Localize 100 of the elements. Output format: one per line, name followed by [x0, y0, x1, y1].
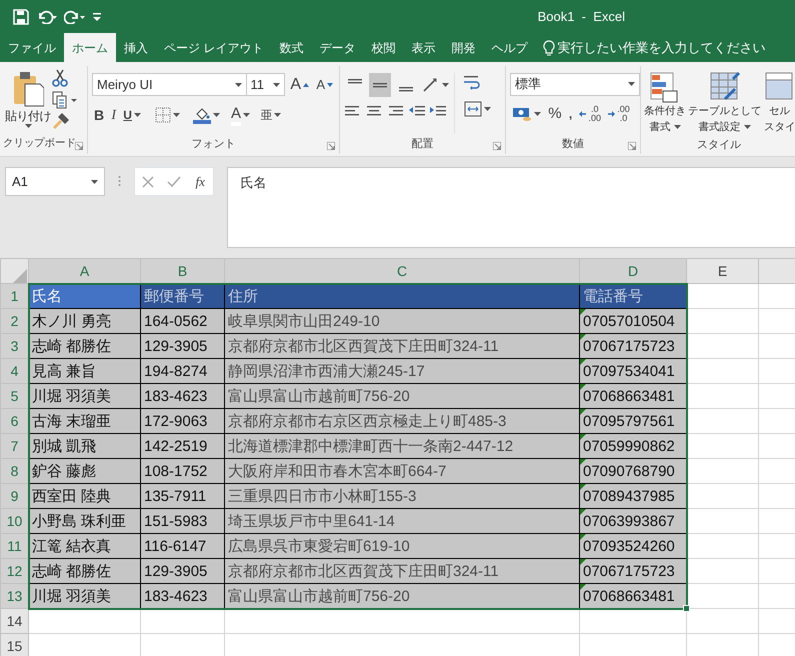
ribbon-tab[interactable]: 校閲: [363, 33, 404, 62]
column-header[interactable]: D: [580, 258, 686, 284]
table-cell[interactable]: 木ノ川 勇亮: [28, 308, 140, 334]
row-header[interactable]: 1: [0, 284, 28, 308]
table-cell[interactable]: 三重県四日市市小林町155-3: [224, 484, 580, 508]
table-cell[interactable]: 北海道標津郡中標津町西十一条南2-447-12: [224, 434, 580, 458]
table-cell[interactable]: 183-4623: [140, 584, 224, 608]
table-cell[interactable]: 07095797561: [580, 408, 686, 434]
row-header[interactable]: 3: [0, 334, 28, 358]
column-header[interactable]: E: [686, 258, 758, 284]
table-cell[interactable]: 西室田 陸典: [28, 484, 140, 508]
table-cell[interactable]: 151-5983: [140, 508, 224, 534]
font-name-field[interactable]: Meiryo UI: [92, 73, 248, 96]
table-cell[interactable]: 鈩谷 藤彪: [28, 458, 140, 484]
dialog-launcher-icon[interactable]: [628, 142, 636, 150]
row-header[interactable]: 2: [0, 308, 28, 334]
table-cell[interactable]: 江篭 結衣真: [28, 534, 140, 558]
table-cell[interactable]: 見高 兼旨: [28, 358, 140, 384]
table-cell[interactable]: 183-4623: [140, 384, 224, 408]
increase-decimal-button[interactable]: .0 .00: [577, 102, 603, 126]
table-cell[interactable]: 富山県富山市越前町756-20: [224, 584, 580, 608]
table-cell[interactable]: 07093524260: [580, 534, 686, 558]
dialog-launcher-icon[interactable]: [75, 142, 83, 150]
copy-icon[interactable]: [52, 90, 78, 108]
ribbon-tab[interactable]: 表示: [403, 33, 444, 62]
bold-button[interactable]: B: [92, 103, 106, 127]
font-color-button[interactable]: A: [228, 103, 252, 127]
table-cell[interactable]: 小野島 珠利亜: [28, 508, 140, 534]
table-cell[interactable]: 古海 末瑠亜: [28, 408, 140, 434]
table-cell[interactable]: 広島県呉市東愛宕町619-10: [224, 534, 580, 558]
font-size-field[interactable]: 11: [246, 73, 286, 96]
table-cell[interactable]: 別城 凱飛: [28, 434, 140, 458]
cell-style-button[interactable]: セル スタイ: [762, 69, 795, 138]
row-header[interactable]: 13: [0, 584, 28, 608]
conditional-style-button[interactable]: 条件付き 書式: [643, 69, 687, 138]
number-format-field[interactable]: 標準: [510, 72, 640, 96]
table-cell[interactable]: 住所: [224, 284, 580, 308]
table-cell[interactable]: 富山県富山市越前町756-20: [224, 384, 580, 408]
table-cell[interactable]: 07059990862: [580, 434, 686, 458]
dialog-launcher-icon[interactable]: [493, 142, 501, 150]
tell-me-field[interactable]: 実行したい作業を入力してください: [541, 33, 768, 62]
table-cell[interactable]: 135-7911: [140, 484, 224, 508]
ribbon-tab[interactable]: 挿入: [116, 33, 156, 62]
row-header[interactable]: 6: [0, 408, 28, 434]
table-cell[interactable]: 川堀 羽須美: [28, 384, 140, 408]
column-header[interactable]: A: [28, 258, 140, 284]
row-header[interactable]: 7: [0, 434, 28, 458]
table-style-button[interactable]: テーブルとして 書式設定: [687, 69, 762, 138]
ribbon-tab[interactable]: ホーム: [64, 33, 116, 62]
table-cell[interactable]: 164-0562: [140, 308, 224, 334]
table-cell[interactable]: 志崎 都勝佐: [28, 558, 140, 584]
dialog-launcher-icon[interactable]: [327, 142, 335, 150]
table-cell[interactable]: 142-2519: [140, 434, 224, 458]
table-cell[interactable]: 京都府京都市北区西賀茂下庄田町324-11: [224, 334, 580, 358]
decrease-decimal-button[interactable]: .00 .0: [606, 102, 632, 126]
table-cell[interactable]: 志崎 都勝佐: [28, 334, 140, 358]
row-header[interactable]: 12: [0, 558, 28, 584]
percent-button[interactable]: %: [546, 102, 564, 126]
table-cell[interactable]: 07067175723: [580, 558, 686, 584]
ribbon-tab[interactable]: ファイル: [0, 33, 64, 62]
table-cell[interactable]: 07089437985: [580, 484, 686, 508]
italic-button[interactable]: I: [109, 103, 118, 127]
table-cell[interactable]: 氏名: [28, 284, 140, 308]
row-header[interactable]: 11: [0, 534, 28, 558]
row-header[interactable]: 14: [0, 608, 28, 634]
middle-align-button[interactable]: [369, 72, 392, 96]
name-box[interactable]: A1: [5, 167, 105, 196]
ribbon-tab[interactable]: ページ レイアウト: [156, 33, 272, 62]
table-cell[interactable]: 京都府京都市北区西賀茂下庄田町324-11: [224, 558, 580, 584]
customize-icon[interactable]: [92, 12, 100, 20]
table-cell[interactable]: 194-8274: [140, 358, 224, 384]
row-header[interactable]: 9: [0, 484, 28, 508]
column-header[interactable]: B: [140, 258, 224, 284]
row-header[interactable]: 8: [0, 458, 28, 484]
row-header[interactable]: 4: [0, 358, 28, 384]
phonetic-button[interactable]: 亜: [258, 103, 284, 127]
table-cell[interactable]: 07097534041: [580, 358, 686, 384]
ribbon-tab[interactable]: 開発: [443, 33, 484, 62]
table-cell[interactable]: 静岡県沼津市西浦大瀬245-17: [224, 358, 580, 384]
table-cell[interactable]: 108-1752: [140, 458, 224, 484]
table-cell[interactable]: 07057010504: [580, 308, 686, 334]
shrink-font-button[interactable]: A: [314, 72, 335, 96]
table-cell[interactable]: 07090768790: [580, 458, 686, 484]
table-cell[interactable]: 郵便番号: [140, 284, 224, 308]
table-cell[interactable]: 129-3905: [140, 558, 224, 584]
table-cell[interactable]: 大阪府岸和田市春木宮本町664-7: [224, 458, 580, 484]
ribbon-tab[interactable]: データ: [311, 33, 364, 62]
table-cell[interactable]: 129-3905: [140, 334, 224, 358]
row-header[interactable]: 5: [0, 384, 28, 408]
table-cell[interactable]: 07063993867: [580, 508, 686, 534]
check-icon[interactable]: [166, 176, 180, 188]
grow-font-button[interactable]: A: [288, 72, 312, 96]
table-cell[interactable]: 電話番号: [580, 284, 686, 308]
column-header[interactable]: C: [224, 258, 580, 284]
table-cell[interactable]: 116-6147: [140, 534, 224, 558]
table-cell[interactable]: 172-9063: [140, 408, 224, 434]
ribbon-tab[interactable]: ヘルプ: [483, 33, 536, 62]
table-cell[interactable]: 川堀 羽須美: [28, 584, 140, 608]
save-icon[interactable]: [13, 8, 29, 24]
row-header[interactable]: 10: [0, 508, 28, 534]
